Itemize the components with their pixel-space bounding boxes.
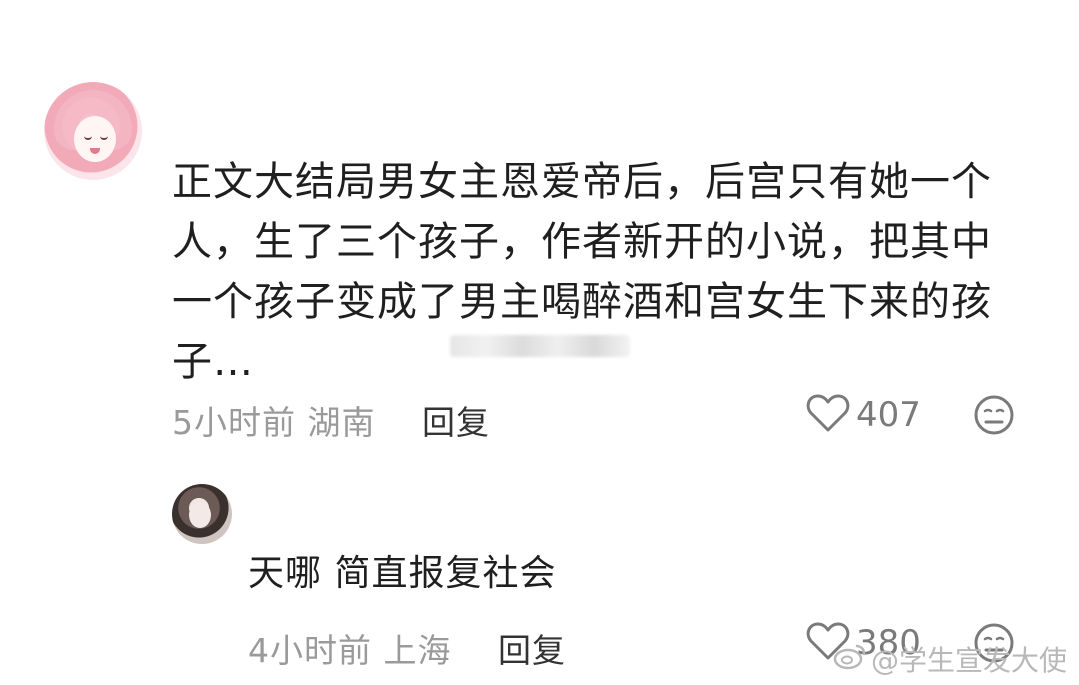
replier-avatar[interactable]: [172, 484, 232, 544]
commenter-avatar[interactable]: [44, 82, 142, 180]
reply-button-2[interactable]: 回复: [498, 624, 566, 672]
avatar-face: [189, 502, 211, 528]
watermark: @学生宣发大使: [833, 639, 1067, 679]
meh-face-icon[interactable]: [973, 394, 1015, 440]
reply-time-location: 4小时前 上海: [248, 631, 452, 670]
heart-outline-icon: [806, 392, 850, 438]
like-button[interactable]: 407: [806, 392, 921, 438]
reply-text: 天哪 简直报复社会: [248, 553, 557, 594]
avatar-face: [74, 116, 116, 162]
weibo-icon: [833, 642, 867, 677]
comment-time-location: 5小时前 湖南: [172, 403, 376, 442]
blurred-sticker: [450, 335, 630, 357]
reply-button[interactable]: 回复: [422, 396, 490, 444]
watermark-text: @学生宣发大使: [870, 644, 1067, 677]
like-count: 407: [856, 395, 921, 435]
